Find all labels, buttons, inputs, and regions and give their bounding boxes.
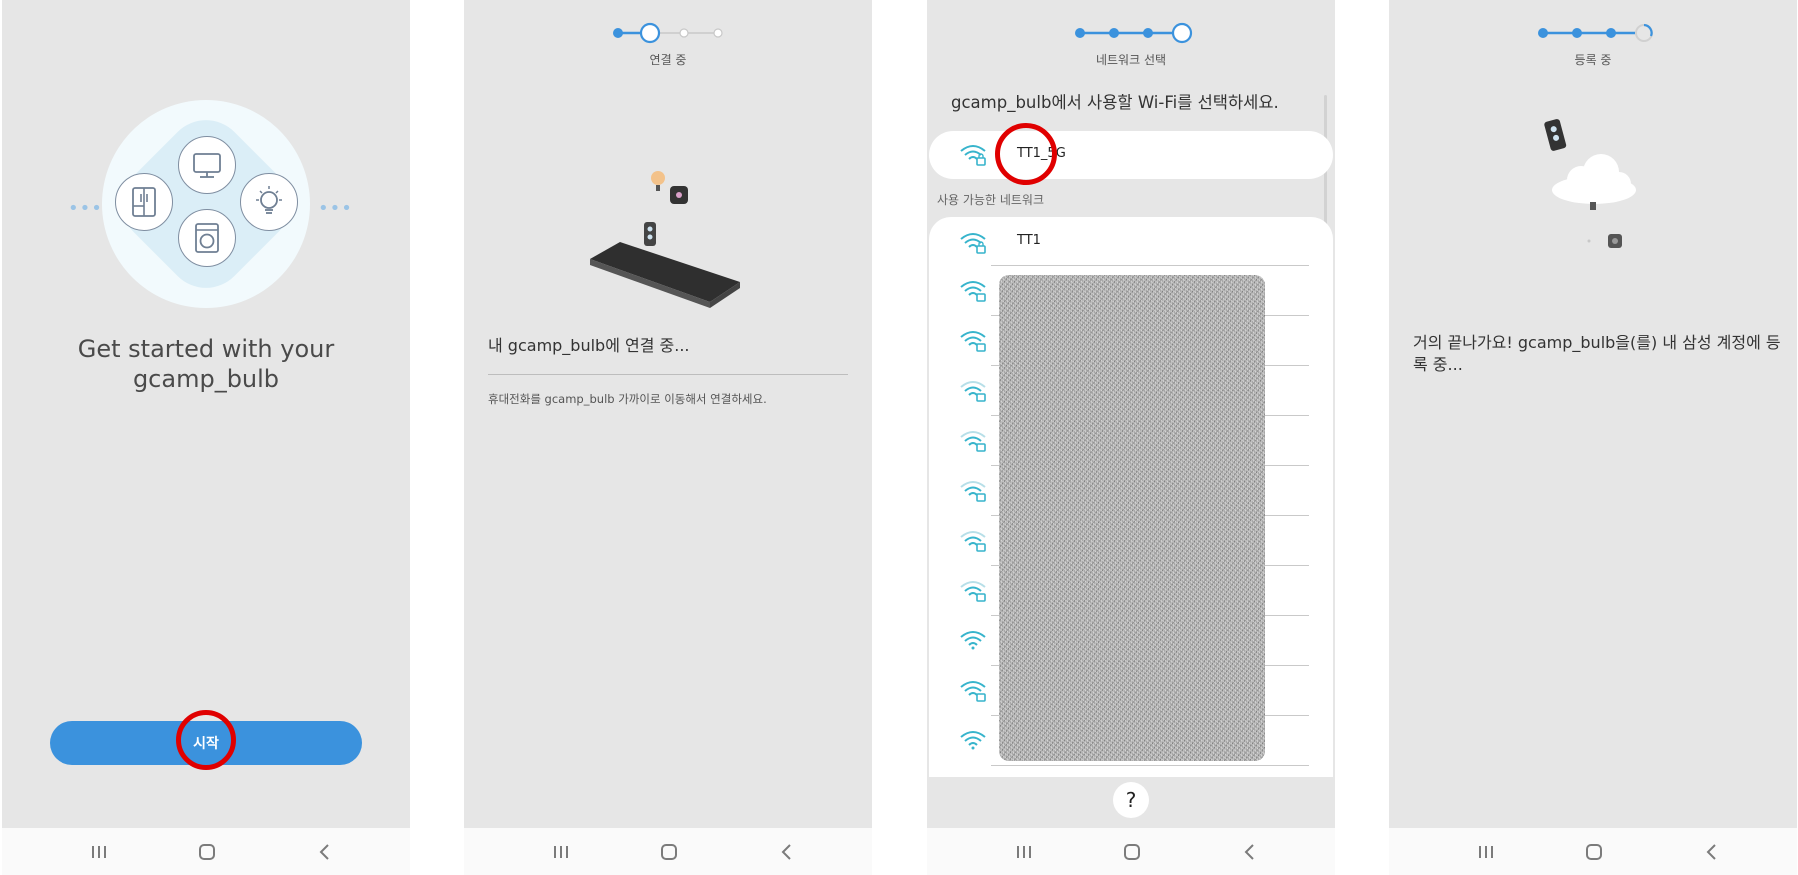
divider	[991, 765, 1309, 766]
screen-select-network: 네트워크 선택 gcamp_bulb에서 사용할 Wi-Fi를 선택하세요. T…	[927, 0, 1335, 875]
light-bulb-icon	[240, 173, 298, 231]
wifi-icon	[960, 731, 986, 750]
page-title: gcamp_bulb에서 사용할 Wi-Fi를 선택하세요.	[951, 93, 1279, 112]
recent-apps-icon[interactable]	[84, 840, 114, 864]
wifi-locked-icon	[960, 145, 986, 166]
page-title: Get started with your gcamp_bulb	[32, 334, 380, 394]
washing-machine-icon	[178, 209, 236, 267]
back-icon[interactable]	[310, 840, 340, 864]
network-list: TT1	[929, 217, 1333, 777]
registering-message: 거의 끝나가요! gcamp_bulb을(를) 내 삼성 계정에 등록 중...	[1413, 333, 1781, 374]
recent-apps-icon[interactable]	[1009, 840, 1039, 864]
connecting-message: 내 gcamp_bulb에 연결 중...	[488, 336, 690, 355]
network-name: TT1	[1017, 233, 1041, 248]
divider	[488, 374, 848, 375]
progress-stepper	[1075, 22, 1193, 44]
wifi-locked-icon	[960, 281, 986, 302]
progress-stepper	[1538, 23, 1653, 42]
tv-icon	[178, 136, 236, 194]
system-nav-bar	[464, 828, 872, 875]
available-networks-label: 사용 가능한 네트워크	[937, 193, 1044, 207]
wifi-locked-icon	[960, 431, 986, 452]
wifi-locked-icon	[960, 381, 986, 402]
selected-network-row[interactable]: TT1_5G	[929, 131, 1333, 179]
screen-get-started: ••• ••• Get started with your gcamp_bulb…	[2, 0, 410, 875]
redacted-network-names	[999, 275, 1265, 761]
title-line-1: Get started with your	[77, 335, 335, 363]
dots-right: •••	[318, 198, 353, 219]
connecting-hint: 휴대전화를 gcamp_bulb 가까이로 이동해서 연결하세요.	[488, 392, 767, 406]
start-button[interactable]: 시작	[50, 721, 362, 765]
back-icon[interactable]	[772, 840, 802, 864]
phone-connecting-illustration	[590, 171, 740, 308]
progress-stepper	[613, 22, 723, 44]
step-label: 연결 중	[649, 53, 687, 67]
title-line-2: gcamp_bulb	[132, 365, 280, 393]
home-icon[interactable]	[654, 840, 684, 864]
system-nav-bar	[1389, 828, 1797, 875]
list-item[interactable]: TT1	[929, 217, 1333, 265]
home-icon[interactable]	[1117, 840, 1147, 864]
back-icon[interactable]	[1697, 840, 1727, 864]
recent-apps-icon[interactable]	[546, 840, 576, 864]
screen-registering: 등록 중 거의 끝나가요! gcamp_bulb을(를) 내 삼성 계정에 등록…	[1389, 0, 1797, 875]
dots-left: •••	[68, 198, 103, 219]
recent-apps-icon[interactable]	[1471, 840, 1501, 864]
refrigerator-icon	[115, 173, 173, 231]
wifi-locked-icon	[960, 581, 986, 602]
divider	[991, 265, 1309, 266]
step-label: 등록 중	[1574, 53, 1612, 67]
step-label: 네트워크 선택	[1095, 53, 1167, 67]
wifi-locked-icon	[960, 233, 986, 254]
wifi-locked-icon	[960, 531, 986, 552]
system-nav-bar	[927, 828, 1335, 875]
home-icon[interactable]	[1579, 840, 1609, 864]
wifi-locked-icon	[960, 681, 986, 702]
selected-network-name: TT1_5G	[1017, 146, 1066, 161]
back-icon[interactable]	[1235, 840, 1265, 864]
wifi-locked-icon	[960, 481, 986, 502]
cloud-registration-illustration	[1544, 119, 1636, 248]
help-button[interactable]: ?	[1113, 782, 1149, 818]
home-icon[interactable]	[192, 840, 222, 864]
wifi-locked-icon	[960, 331, 986, 352]
screen-connecting: 연결 중 내 gcamp_bulb에 연결 중... 휴대전화를 gcamp_b…	[464, 0, 872, 875]
wifi-icon	[960, 631, 986, 650]
system-nav-bar	[2, 828, 410, 875]
